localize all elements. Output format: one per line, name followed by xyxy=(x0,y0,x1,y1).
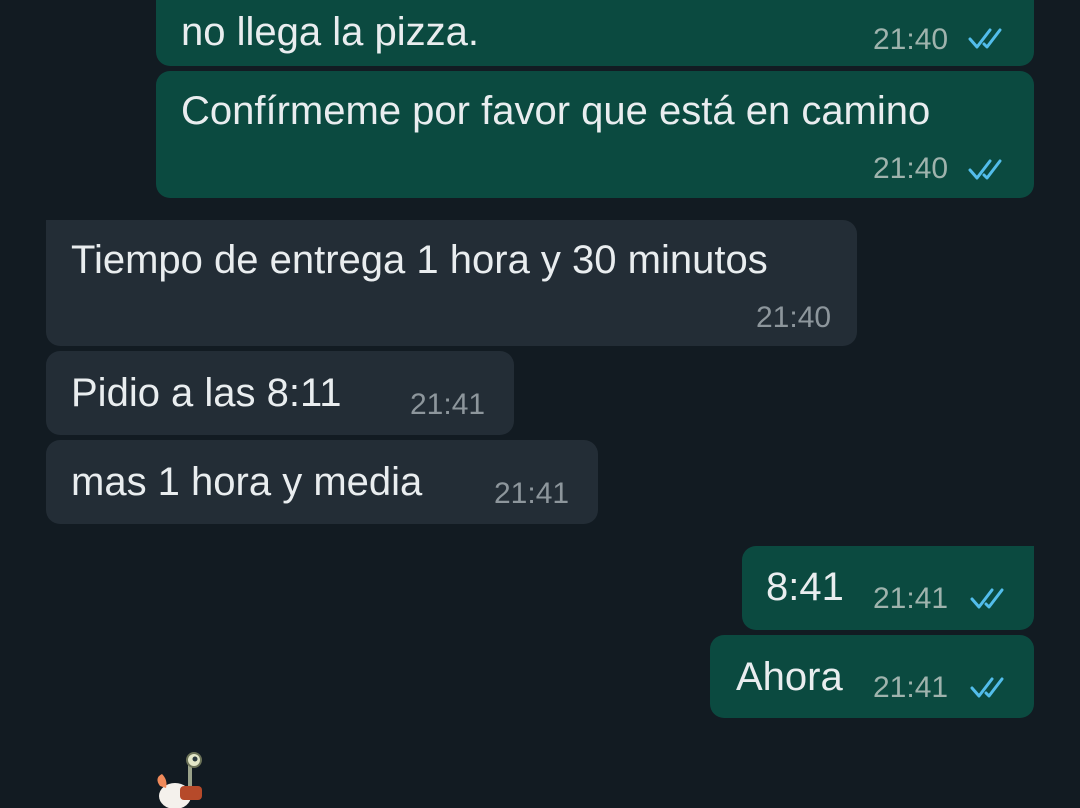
message-bubble-out[interactable]: Ahora 21:41 xyxy=(710,635,1034,718)
double-check-icon xyxy=(970,588,1004,609)
message-time: 21:41 xyxy=(494,477,570,510)
message-bubble-in[interactable]: Pidio a las 8:11 21:41 xyxy=(46,351,514,435)
message-text: 8:41 xyxy=(766,565,844,609)
sticker-icon[interactable] xyxy=(150,748,220,808)
message-bubble-out[interactable]: Confírmeme por favor que está en camino … xyxy=(156,71,1034,198)
message-time: 21:41 xyxy=(873,671,949,704)
message-text: Tiempo de entrega 1 hora y 30 minutos xyxy=(71,238,768,282)
message-text: mas 1 hora y media xyxy=(71,460,423,504)
message-bubble-out[interactable]: 8:41 21:41 xyxy=(742,546,1034,630)
message-time: 21:40 xyxy=(873,152,949,185)
message-time: 21:40 xyxy=(873,23,949,56)
message-bubble-in[interactable]: mas 1 hora y media 21:41 xyxy=(46,440,598,524)
message-bubble-in[interactable]: Tiempo de entrega 1 hora y 30 minutos 21… xyxy=(46,220,857,346)
message-text: no llega la pizza. xyxy=(181,10,479,54)
message-time: 21:41 xyxy=(873,582,949,615)
message-time: 21:41 xyxy=(410,388,486,421)
double-check-icon xyxy=(968,28,1002,49)
message-text: Ahora xyxy=(736,655,843,699)
message-time: 21:40 xyxy=(756,301,832,334)
message-bubble-out[interactable]: no llega la pizza. 21:40 xyxy=(156,0,1034,66)
message-text: Pidio a las 8:11 xyxy=(71,371,342,415)
double-check-icon xyxy=(968,159,1002,180)
double-check-icon xyxy=(970,677,1004,698)
message-text: Confírmeme por favor que está en camino xyxy=(181,89,931,133)
